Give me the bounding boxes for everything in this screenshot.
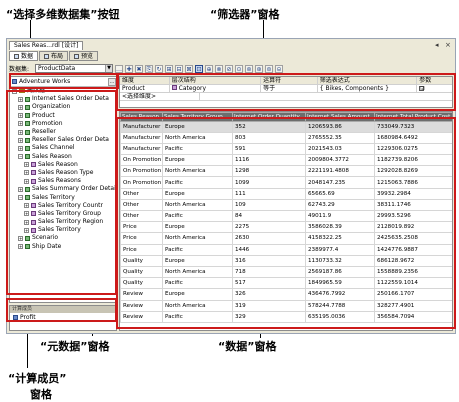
- pin-icon[interactable]: ◂: [435, 41, 439, 49]
- dataset-select[interactable]: ProductData ▼: [35, 64, 114, 73]
- toolbar-button[interactable]: ⊗: [215, 64, 224, 73]
- toolbar-button[interactable]: ⊕: [205, 64, 214, 73]
- callout-metadata-pane: “元数据”窗格: [40, 340, 110, 353]
- tab-data-label: 数据: [21, 52, 34, 60]
- toolbar-button[interactable]: ⎘: [145, 64, 154, 73]
- toolbar-button[interactable]: ⊛: [255, 64, 264, 73]
- tab-preview[interactable]: 预览: [69, 51, 99, 61]
- toolbar-button[interactable]: ✖: [135, 64, 144, 73]
- close-icon[interactable]: ×: [445, 41, 451, 49]
- preview-tab-icon: [74, 53, 80, 59]
- tab-preview-label: 预览: [81, 52, 94, 60]
- toolbar-button[interactable]: ⊟: [175, 64, 184, 73]
- highlight-filter-pane: [116, 73, 456, 111]
- toolbar-button[interactable]: ⊞: [165, 64, 174, 73]
- data-tab-icon: [14, 53, 19, 59]
- callout-filter-pane: “筛选器”窗格: [210, 8, 280, 21]
- toolbar-button[interactable]: ✚: [125, 64, 134, 73]
- tab-layout[interactable]: 布局: [39, 51, 69, 61]
- callout-calc-members-pane: “计算成员”: [8, 372, 67, 385]
- toolbar-button[interactable]: ↻: [155, 64, 164, 73]
- dataset-label: 数据集:: [9, 66, 30, 73]
- toolbar-button[interactable]: ⊙: [235, 64, 244, 73]
- tab-layout-label: 布局: [51, 52, 64, 60]
- document-tab[interactable]: Sales Reas...rdl [设计]: [9, 41, 84, 50]
- toolbar-button[interactable]: ⊘: [225, 64, 234, 73]
- chevron-down-icon: ▼: [105, 65, 113, 72]
- highlight-calc-pane: [6, 298, 117, 322]
- toolbar-button[interactable]: …: [115, 64, 124, 73]
- highlight-data-pane: [116, 117, 456, 329]
- callout-select-cube-button: “选择多维数据集”按钮: [6, 8, 120, 21]
- callout-data-pane: “数据”窗格: [218, 340, 277, 353]
- view-tab-strip: 数据 布局 预览: [9, 51, 99, 61]
- toolbar-button[interactable]: ⊚: [245, 64, 254, 73]
- toolbar-button[interactable]: ⊠: [185, 64, 194, 73]
- toolbar-button[interactable]: ⊜: [265, 64, 274, 73]
- toolbar-button[interactable]: ⊝: [275, 64, 284, 73]
- layout-tab-icon: [44, 53, 50, 59]
- highlight-metadata-pane: [6, 90, 117, 295]
- highlight-select-cube: [9, 73, 119, 89]
- dataset-select-value: ProductData: [38, 65, 76, 72]
- callout-calc-members-pane-line2: 窗格: [30, 388, 52, 401]
- toolbar-button-group: … ✚ ✖ ⎘ ↻ ⊞ ⊟ ⊠ ⊡ ⊕ ⊗ ⊘ ⊙ ⊚ ⊛ ⊜ ⊝: [115, 64, 284, 73]
- tab-data[interactable]: 数据: [9, 51, 39, 61]
- toolbar-button[interactable]: ⊡: [195, 64, 204, 73]
